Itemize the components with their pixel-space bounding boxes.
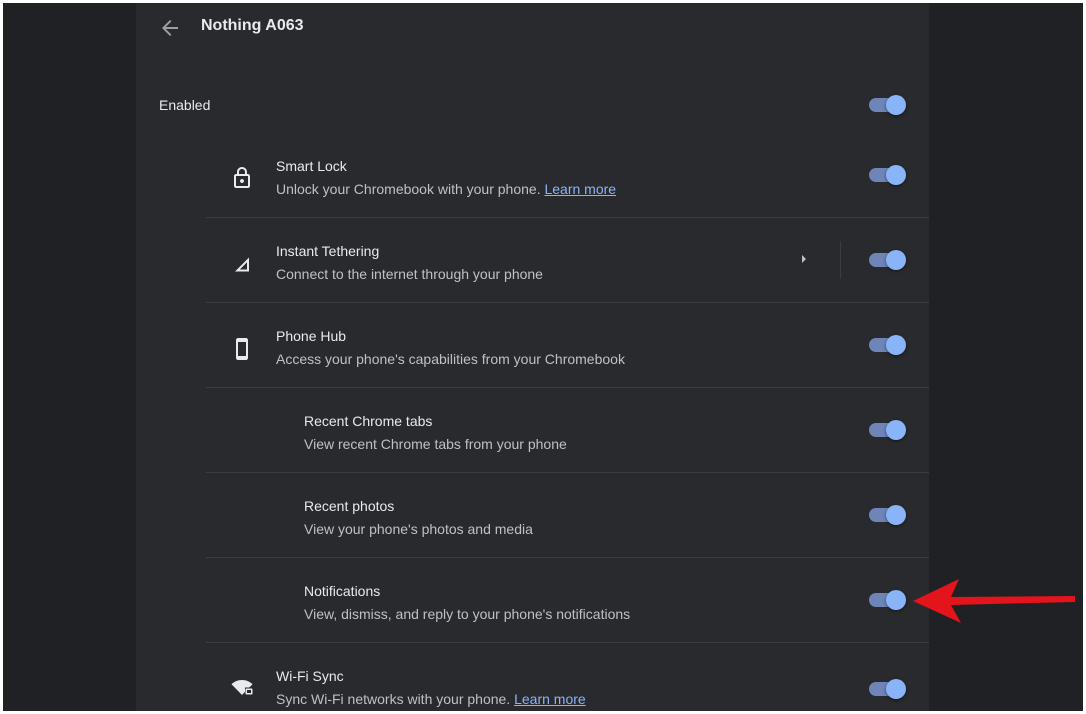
- learn-more-link[interactable]: Learn more: [544, 181, 616, 197]
- feature-name: Recent photos: [304, 498, 395, 514]
- feature-description: Sync Wi-Fi networks with your phone. Lea…: [276, 691, 586, 707]
- wifi-sync-icon: [231, 680, 253, 695]
- instant-tethering-toggle[interactable]: [869, 250, 906, 270]
- enabled-label: Enabled: [159, 97, 211, 113]
- page-header: Nothing A063: [136, 3, 929, 53]
- feature-row-recent-chrome-tabs: Recent Chrome tabs View recent Chrome ta…: [206, 387, 929, 472]
- toggle-knob: [886, 250, 906, 270]
- recent-photos-toggle[interactable]: [869, 505, 906, 525]
- vertical-divider: [840, 241, 841, 279]
- learn-more-link[interactable]: Learn more: [514, 691, 586, 707]
- toggle-knob: [886, 590, 906, 610]
- toggle-knob: [886, 679, 906, 699]
- page-title: Nothing A063: [201, 17, 304, 34]
- app-window: Nothing A063 Enabled Smart Lock Unlock y…: [3, 3, 1083, 711]
- notifications-toggle[interactable]: [869, 590, 906, 610]
- feature-row-phone-hub: Phone Hub Access your phone's capabiliti…: [206, 302, 929, 387]
- settings-panel: Nothing A063 Enabled Smart Lock Unlock y…: [136, 3, 929, 711]
- feature-description: View recent Chrome tabs from your phone: [304, 436, 567, 452]
- feature-description: View your phone's photos and media: [304, 521, 533, 537]
- feature-name: Notifications: [304, 583, 381, 599]
- signal-icon: [235, 257, 249, 272]
- feature-name: Recent Chrome tabs: [304, 413, 433, 429]
- enabled-toggle[interactable]: [869, 95, 906, 115]
- feature-name: Instant Tethering: [276, 243, 380, 259]
- lock-icon: [234, 167, 250, 188]
- phone-icon: [236, 338, 248, 360]
- toggle-knob: [886, 95, 906, 115]
- feature-description: Connect to the internet through your pho…: [276, 266, 543, 282]
- feature-name: Smart Lock: [276, 158, 347, 174]
- feature-row-instant-tethering[interactable]: Instant Tethering Connect to the interne…: [206, 217, 929, 302]
- feature-row-notifications: Notifications View, dismiss, and reply t…: [206, 557, 929, 642]
- feature-name: Wi-Fi Sync: [276, 668, 344, 684]
- recent-chrome-tabs-toggle[interactable]: [869, 420, 906, 440]
- feature-description: Access your phone's capabilities from yo…: [276, 351, 625, 367]
- annotation-arrow-icon: [913, 579, 1075, 623]
- toggle-knob: [886, 335, 906, 355]
- feature-row-wifi-sync: Wi-Fi Sync Sync Wi-Fi networks with your…: [206, 642, 929, 711]
- toggle-knob: [886, 165, 906, 185]
- feature-description: Unlock your Chromebook with your phone. …: [276, 181, 617, 197]
- chevron-right-icon[interactable]: [798, 252, 810, 266]
- wifi-sync-toggle[interactable]: [869, 679, 906, 699]
- smart-lock-toggle[interactable]: [869, 165, 906, 185]
- feature-name: Phone Hub: [276, 328, 347, 344]
- toggle-knob: [886, 505, 906, 525]
- toggle-knob: [886, 420, 906, 440]
- feature-row-recent-photos: Recent photos View your phone's photos a…: [206, 472, 929, 557]
- feature-description: View, dismiss, and reply to your phone's…: [304, 606, 631, 622]
- back-arrow-icon[interactable]: [158, 16, 182, 40]
- feature-row-smart-lock: Smart Lock Unlock your Chromebook with y…: [206, 133, 929, 218]
- phone-hub-toggle[interactable]: [869, 335, 906, 355]
